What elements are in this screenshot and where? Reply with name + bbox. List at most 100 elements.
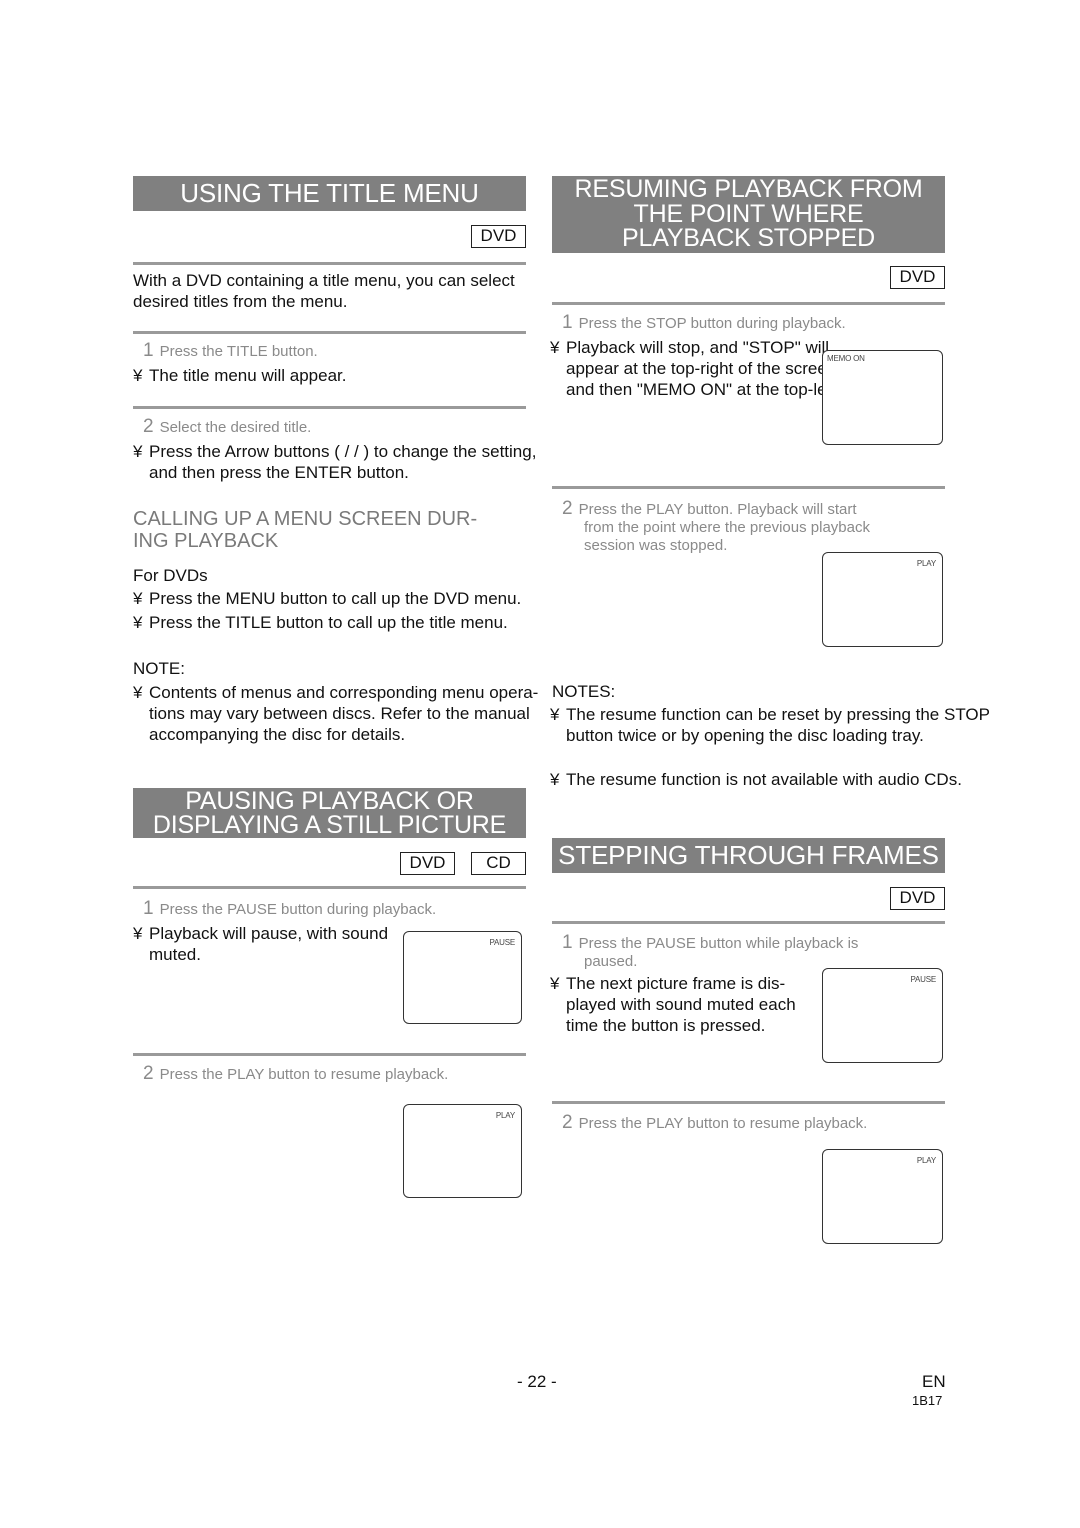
note-label: NOTE: (133, 659, 185, 678)
bullet-item: ¥ The next picture frame is dis-played w… (550, 973, 832, 1036)
bullet-icon: ¥ (550, 974, 560, 993)
divider (133, 406, 526, 409)
tv-screen-illustration: MEMO ON (822, 350, 943, 445)
divider (552, 302, 945, 305)
step-text: Press the PLAY button to resume playback… (159, 1066, 449, 1083)
dvd-badge: DVD (400, 852, 455, 875)
notes-label: NOTES: (552, 682, 616, 701)
bullet-text: Playback will stop, and "STOP" will appe… (566, 338, 841, 399)
step-text: Press the PAUSE button during playback. (159, 901, 437, 918)
screen-label: PLAY (916, 559, 936, 568)
tv-screen-illustration: PLAY (403, 1104, 522, 1198)
divider (133, 331, 526, 334)
page-number: - 22 - (517, 1372, 557, 1391)
step-number: 2 (562, 498, 573, 519)
bullet-text: The next picture frame is dis-played wit… (566, 974, 796, 1035)
bullet-icon: ¥ (133, 924, 143, 943)
cd-badge: CD (471, 852, 526, 875)
dvd-badge: DVD (890, 266, 945, 289)
screen-label: MEMO ON (827, 354, 865, 363)
section-title-line: RESUMING PLAYBACK FROM (574, 175, 923, 203)
step-number: 1 (143, 898, 154, 919)
bullet-icon: ¥ (550, 705, 560, 724)
bullet-item: ¥ Press the Arrow buttons ( / / ) to cha… (133, 441, 554, 483)
divider (552, 921, 945, 924)
step-2: 2 Press the PLAY button to resume playbac… (562, 1112, 868, 1133)
bullet-item: ¥ Press the MENU button to call up the D… (133, 588, 579, 609)
bullet-text: Press the Arrow buttons ( / / ) to chang… (149, 442, 537, 482)
note-bullet: ¥ The resume function can be reset by pr… (550, 704, 991, 746)
bullet-icon: ¥ (133, 442, 143, 461)
step-text: Press the TITLE button. (159, 343, 318, 360)
step-text: Press the PAUSE button while playback is (578, 935, 859, 952)
section-title-line: PLAYBACK STOPPED (622, 224, 875, 252)
bullet-text: The resume function can be reset by pres… (566, 705, 990, 745)
bullet-icon: ¥ (550, 770, 560, 789)
bullet-icon: ¥ (133, 683, 143, 702)
step-1: 1 Press the STOP button during playback. (562, 312, 846, 333)
bullet-text: The resume function is not available wit… (566, 770, 962, 789)
divider (133, 1053, 526, 1056)
step-text: Press the PLAY button to resume playback… (578, 1115, 868, 1132)
section-title-stepping: STEPPING THROUGH FRAMES (552, 838, 945, 873)
note-bullet: ¥ The resume function is not available w… (550, 769, 976, 790)
dvd-badge: DVD (890, 887, 945, 910)
bullet-item: ¥ The title menu will appear. (133, 365, 549, 386)
step-text: Select the desired title. (159, 419, 312, 436)
step-number: 2 (562, 1112, 573, 1133)
bullet-item: ¥ Playback will pause, with sound muted. (133, 923, 411, 965)
divider (552, 486, 945, 489)
bullet-text: Press the TITLE button to call up the ti… (149, 613, 508, 632)
dvd-badge: DVD (471, 225, 526, 248)
divider (552, 1101, 945, 1104)
screen-label: PAUSE (910, 975, 936, 984)
step-1: 1 Press the TITLE button. (143, 340, 318, 361)
step-text: Press the PLAY button. Playback will sta… (578, 501, 857, 518)
bullet-icon: ¥ (133, 613, 143, 632)
subsection-title-line: ING PLAYBACK (133, 530, 279, 552)
section-title-line: DISPLAYING A STILL PICTURE (152, 811, 507, 839)
bullet-text: Press the MENU button to call up the DVD… (149, 589, 522, 608)
screen-label: PLAY (495, 1111, 515, 1120)
bullet-icon: ¥ (550, 338, 560, 357)
model-code: 1B17 (912, 1393, 943, 1408)
step-text: from the point where the previous playba… (584, 519, 870, 536)
bullet-text: The title menu will appear. (149, 366, 347, 385)
section-title-resuming: RESUMING PLAYBACK FROM THE POINT WHERE P… (552, 176, 945, 253)
step-2: 2 Press the PLAY button to resume playbac… (143, 1063, 449, 1084)
intro-text: With a DVD containing a title menu, you … (133, 271, 515, 311)
bullet-text: Contents of menus and corresponding menu… (149, 683, 539, 744)
step-number: 2 (143, 416, 154, 437)
bullet-item: ¥ Playback will stop, and "STOP" will ap… (550, 337, 848, 400)
subsection-title-line: CALLING UP A MENU SCREEN DUR- (133, 508, 478, 530)
language-code: EN (922, 1372, 946, 1391)
divider (133, 886, 526, 889)
bullet-icon: ¥ (133, 366, 143, 385)
screen-label: PLAY (916, 1156, 936, 1165)
step-1: 1 Press the PAUSE button while playback i… (562, 932, 859, 971)
step-number: 1 (143, 340, 154, 361)
step-text: paused. (584, 953, 638, 970)
subsection-title: CALLING UP A MENU SCREEN DUR- ING PLAYBA… (133, 508, 553, 552)
bullet-item: ¥ Press the TITLE button to call up the … (133, 612, 579, 633)
note-bullet: ¥ Contents of menus and corresponding me… (133, 682, 567, 745)
bullet-icon: ¥ (133, 589, 143, 608)
section-title-line: THE POINT WHERE (633, 199, 864, 228)
step-1: 1 Press the PAUSE button during playback. (143, 898, 437, 919)
step-2: 2 Press the PLAY button. Playback will st… (562, 498, 870, 555)
tv-screen-illustration: PAUSE (822, 968, 943, 1063)
step-2: 2 Select the desired title. (143, 416, 312, 437)
step-number: 2 (143, 1063, 154, 1084)
tv-screen-illustration: PAUSE (403, 931, 522, 1024)
step-number: 1 (562, 932, 573, 953)
section-title-using-title-menu: USING THE TITLE MENU (133, 176, 526, 211)
bullet-text: Playback will pause, with sound muted. (149, 924, 389, 964)
divider (133, 262, 526, 265)
for-dvds-label: For DVDs (133, 566, 208, 585)
step-text: Press the STOP button during playback. (578, 315, 846, 332)
section-title-pausing: PAUSING PLAYBACK OR DISPLAYING A STILL P… (133, 788, 526, 838)
section-title-line: PAUSING PLAYBACK OR (185, 787, 474, 815)
step-number: 1 (562, 312, 573, 333)
tv-screen-illustration: PLAY (822, 552, 943, 647)
tv-screen-illustration: PLAY (822, 1149, 943, 1244)
